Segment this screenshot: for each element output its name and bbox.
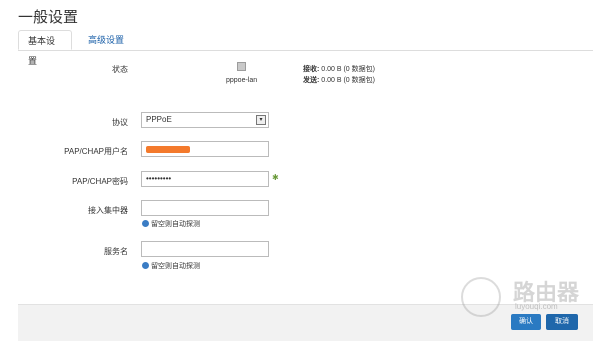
password-field[interactable]: •••••••••	[141, 171, 269, 187]
cancel-button[interactable]: 取消	[546, 314, 578, 330]
info-icon	[142, 220, 149, 227]
info-icon	[142, 262, 149, 269]
status-label: 状态	[112, 65, 128, 74]
service-hint: 留空则自动探测	[142, 261, 200, 271]
interface-name: pppoe-lan	[226, 77, 258, 84]
rx-label: 接收:	[303, 66, 320, 73]
protocol-select[interactable]: PPPoE ▾	[141, 112, 269, 128]
tab-advanced-settings[interactable]: 高级设置	[79, 30, 133, 50]
tab-bar: 基本设置 高级设置	[18, 30, 593, 66]
concentrator-label: 接入集中器	[88, 206, 128, 215]
confirm-button[interactable]: 确认	[511, 314, 541, 330]
rx-stat: 接收: 0.00 B (0 数据包)	[303, 64, 375, 74]
tx-stat: 发送: 0.00 B (0 数据包)	[303, 75, 375, 85]
service-field[interactable]	[141, 241, 269, 257]
footer-bar	[18, 304, 593, 341]
redacted-username	[146, 146, 190, 153]
watermark-logo-icon	[461, 277, 501, 317]
protocol-value: PPPoE	[146, 115, 172, 124]
concentrator-hint-text: 留空则自动探测	[151, 221, 200, 228]
show-password-icon[interactable]: ✱	[272, 174, 280, 182]
network-port-icon	[237, 62, 246, 71]
concentrator-field[interactable]	[141, 200, 269, 216]
password-label: PAP/CHAP密码	[72, 177, 128, 186]
username-field[interactable]	[141, 141, 269, 157]
protocol-label: 协议	[112, 118, 128, 127]
tab-basic-settings[interactable]: 基本设置	[18, 30, 72, 66]
tx-label: 发送:	[303, 77, 320, 84]
watermark-url: luyouqi.com	[515, 302, 558, 311]
service-label: 服务名	[104, 247, 128, 256]
chevron-down-icon[interactable]: ▾	[256, 115, 266, 125]
service-hint-text: 留空则自动探测	[151, 263, 200, 270]
concentrator-hint: 留空则自动探测	[142, 219, 200, 229]
rx-value: 0.00 B (0 数据包)	[321, 66, 375, 73]
tx-value: 0.00 B (0 数据包)	[321, 77, 375, 84]
username-label: PAP/CHAP用户名	[64, 147, 128, 156]
page-title: 一般设置	[18, 9, 79, 26]
